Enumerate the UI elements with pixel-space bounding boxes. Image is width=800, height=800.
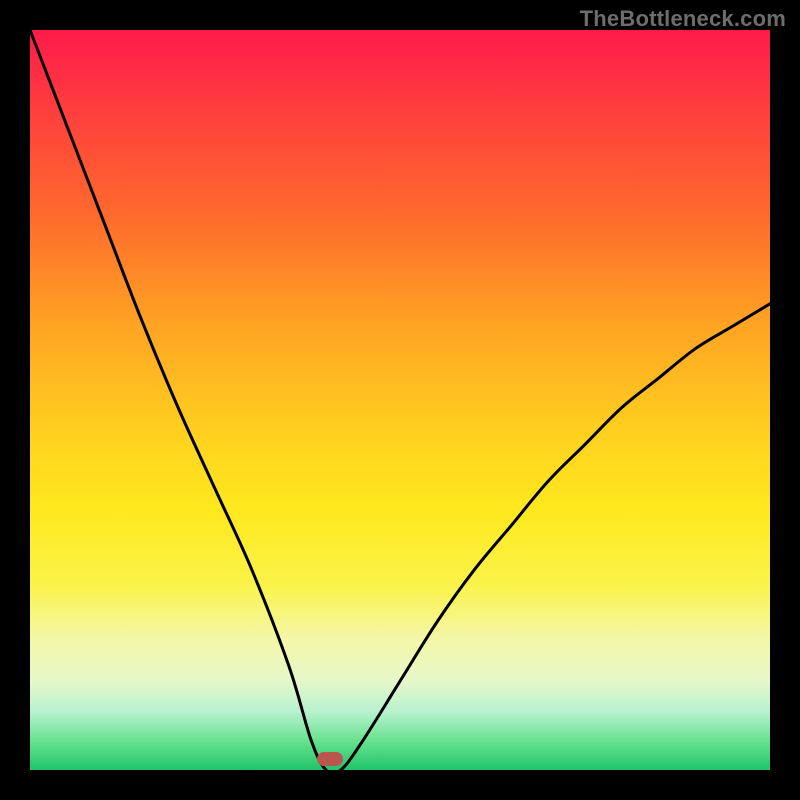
watermark-text: TheBottleneck.com (580, 6, 786, 32)
optimal-point-marker (317, 752, 343, 766)
bottleneck-curve-path (30, 30, 770, 774)
chart-frame: TheBottleneck.com (0, 0, 800, 800)
curve-svg (30, 30, 770, 770)
plot-area (30, 30, 770, 770)
